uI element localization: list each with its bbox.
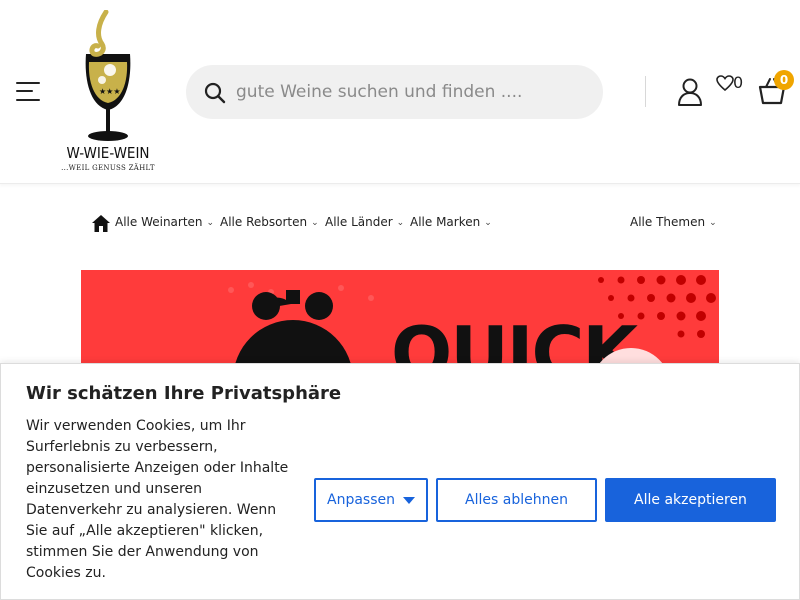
nav-label: Alle Themen bbox=[630, 215, 706, 229]
heart-icon bbox=[716, 75, 734, 91]
search-bar bbox=[186, 65, 603, 119]
reject-all-button[interactable]: Alles ablehnen bbox=[436, 478, 597, 522]
customize-label: Anpassen bbox=[327, 492, 395, 508]
cookie-text: Wir verwenden Cookies, um Ihr Surferlebn… bbox=[26, 418, 289, 581]
search-icon[interactable] bbox=[204, 82, 226, 104]
nav-label: Alle Rebsorten bbox=[220, 215, 308, 229]
menu-icon[interactable] bbox=[16, 81, 41, 103]
nav-item-laender[interactable]: Alle Länder ⌄ bbox=[325, 215, 404, 229]
nav-item-rebsorten[interactable]: Alle Rebsorten ⌄ bbox=[220, 215, 319, 229]
main-nav: Alle Weinarten ⌄ Alle Rebsorten ⌄ Alle Län… bbox=[0, 205, 800, 241]
wishlist-count: 0 bbox=[733, 73, 744, 92]
home-icon[interactable] bbox=[91, 214, 111, 233]
svg-text:★★★: ★★★ bbox=[99, 87, 121, 96]
brand-tagline: ...WEIL GENUSS ZÄHLT bbox=[61, 164, 155, 172]
caret-down-icon bbox=[403, 496, 415, 504]
nav-item-themen[interactable]: Alle Themen ⌄ bbox=[630, 215, 717, 229]
accept-all-button[interactable]: Alle akzeptieren bbox=[605, 478, 776, 522]
chevron-down-icon: ⌄ bbox=[484, 218, 492, 228]
search-input[interactable] bbox=[236, 75, 586, 109]
chevron-down-icon: ⌄ bbox=[396, 218, 405, 228]
nav-label: Alle Weinarten bbox=[115, 215, 203, 229]
header-divider bbox=[645, 76, 646, 107]
nav-label: Alle Marken bbox=[410, 215, 481, 229]
chevron-down-icon: ⌄ bbox=[311, 218, 319, 228]
site-logo[interactable]: ★★★ W-WIE-WEIN ...WEIL GENUSS ZÄHLT bbox=[52, 10, 164, 176]
cookie-consent-dialog: Wir schätzen Ihre Privatsphäre Wir verwe… bbox=[0, 363, 800, 600]
brand-name: W-WIE-WEIN bbox=[66, 144, 150, 162]
cookie-title: Wir schätzen Ihre Privatsphäre bbox=[26, 383, 342, 404]
chevron-down-icon: ⌄ bbox=[206, 218, 215, 228]
customize-button[interactable]: Anpassen bbox=[314, 478, 428, 522]
nav-item-weinarten[interactable]: Alle Weinarten ⌄ bbox=[115, 215, 214, 229]
site-header: ★★★ W-WIE-WEIN ...WEIL GENUSS ZÄHLT gute… bbox=[0, 0, 800, 184]
user-account-icon[interactable] bbox=[677, 78, 703, 106]
cart-count-badge: 0 bbox=[774, 70, 794, 90]
nav-item-marken[interactable]: Alle Marken ⌄ bbox=[410, 215, 492, 229]
nav-label: Alle Länder bbox=[325, 215, 393, 229]
wine-glass-logo-icon: ★★★ bbox=[85, 10, 131, 141]
chevron-down-icon: ⌄ bbox=[709, 218, 717, 228]
page: ★★★ W-WIE-WEIN ...WEIL GENUSS ZÄHLT gute… bbox=[0, 0, 800, 600]
